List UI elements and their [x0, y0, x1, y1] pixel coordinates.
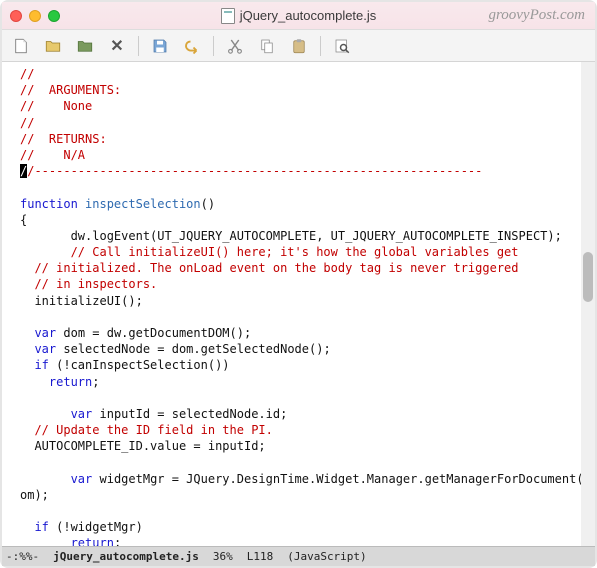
- status-percent: 36%: [213, 550, 233, 563]
- code: selectedNode = dom.getSelectedNode();: [56, 342, 331, 356]
- cut-icon: [226, 37, 244, 55]
- save-icon: [151, 37, 169, 55]
- file-icon: [221, 8, 235, 24]
- comment: // N/A: [20, 148, 85, 162]
- keyword: var: [71, 407, 93, 421]
- comment: // in inspectors.: [20, 277, 157, 291]
- window-maximize-button[interactable]: [48, 10, 60, 22]
- statusbar: -:%%- jQuery_autocomplete.js 36% L118 (J…: [2, 546, 595, 566]
- keyword: if: [34, 358, 48, 372]
- paste-icon: [290, 37, 308, 55]
- comment: // None: [20, 99, 92, 113]
- paste-button[interactable]: [286, 34, 312, 58]
- code: dw.logEvent(UT_JQUERY_AUTOCOMPLETE, UT_J…: [20, 229, 562, 243]
- toolbar: ✕: [2, 30, 595, 62]
- open-drive-icon: [76, 37, 94, 55]
- undo-icon: [183, 37, 201, 55]
- code: (): [201, 197, 215, 211]
- function-name: inspectSelection: [85, 197, 201, 211]
- save-button[interactable]: [147, 34, 173, 58]
- comment: // RETURNS:: [20, 132, 107, 146]
- copy-icon: [258, 37, 276, 55]
- status-filename: jQuery_autocomplete.js: [53, 550, 199, 563]
- comment: //: [20, 67, 34, 81]
- traffic-lights: [10, 10, 60, 22]
- close-icon: ✕: [110, 36, 123, 56]
- close-file-button[interactable]: ✕: [104, 34, 130, 58]
- keyword: var: [34, 342, 56, 356]
- cut-button[interactable]: [222, 34, 248, 58]
- keyword: if: [34, 520, 48, 534]
- titlebar: jQuery_autocomplete.js groovyPost.com: [2, 2, 595, 30]
- vertical-scrollbar[interactable]: [581, 62, 595, 546]
- status-line: L118: [247, 550, 274, 563]
- code: {: [20, 213, 27, 227]
- open-recent-button[interactable]: [72, 34, 98, 58]
- search-button[interactable]: [329, 34, 355, 58]
- new-file-button[interactable]: [8, 34, 34, 58]
- watermark-text: groovyPost.com: [488, 7, 585, 24]
- editor-area: // // ARGUMENTS: // None // // RETURNS: …: [2, 62, 595, 546]
- keyword: return: [71, 536, 114, 546]
- toolbar-separator: [213, 36, 214, 56]
- code: inputId = selectedNode.id;: [92, 407, 287, 421]
- comment: /---------------------------------------…: [27, 164, 482, 178]
- comment: // Call initializeUI() here; it's how th…: [20, 245, 519, 259]
- comment: //: [20, 116, 34, 130]
- code: initializeUI();: [20, 294, 143, 308]
- toolbar-separator: [138, 36, 139, 56]
- window-minimize-button[interactable]: [29, 10, 41, 22]
- code: om);: [20, 488, 49, 502]
- editor-window: jQuery_autocomplete.js groovyPost.com ✕: [0, 0, 597, 568]
- keyword: var: [34, 326, 56, 340]
- search-icon: [333, 37, 351, 55]
- status-language: (JavaScript): [287, 550, 366, 563]
- keyword: var: [71, 472, 93, 486]
- comment: // initialized. The onLoad event on the …: [20, 261, 519, 275]
- code: widgetMgr = JQuery.DesignTime.Widget.Man…: [92, 472, 581, 486]
- code: AUTOCOMPLETE_ID.value = inputId;: [20, 439, 266, 453]
- copy-button[interactable]: [254, 34, 280, 58]
- keyword: function: [20, 197, 78, 211]
- new-file-icon: [12, 37, 30, 55]
- code-editor[interactable]: // // ARGUMENTS: // None // // RETURNS: …: [2, 62, 581, 546]
- comment: // ARGUMENTS:: [20, 83, 121, 97]
- code: dom = dw.getDocumentDOM();: [56, 326, 251, 340]
- open-folder-icon: [44, 37, 62, 55]
- code: (!widgetMgr): [49, 520, 143, 534]
- open-file-button[interactable]: [40, 34, 66, 58]
- window-close-button[interactable]: [10, 10, 22, 22]
- toolbar-separator: [320, 36, 321, 56]
- title-filename: jQuery_autocomplete.js: [240, 8, 377, 23]
- keyword: return: [49, 375, 92, 389]
- undo-button[interactable]: [179, 34, 205, 58]
- scrollbar-thumb[interactable]: [583, 252, 593, 302]
- comment: // Update the ID field in the PI.: [20, 423, 273, 437]
- status-mode: -:%%-: [6, 550, 39, 563]
- code: (!canInspectSelection()): [49, 358, 230, 372]
